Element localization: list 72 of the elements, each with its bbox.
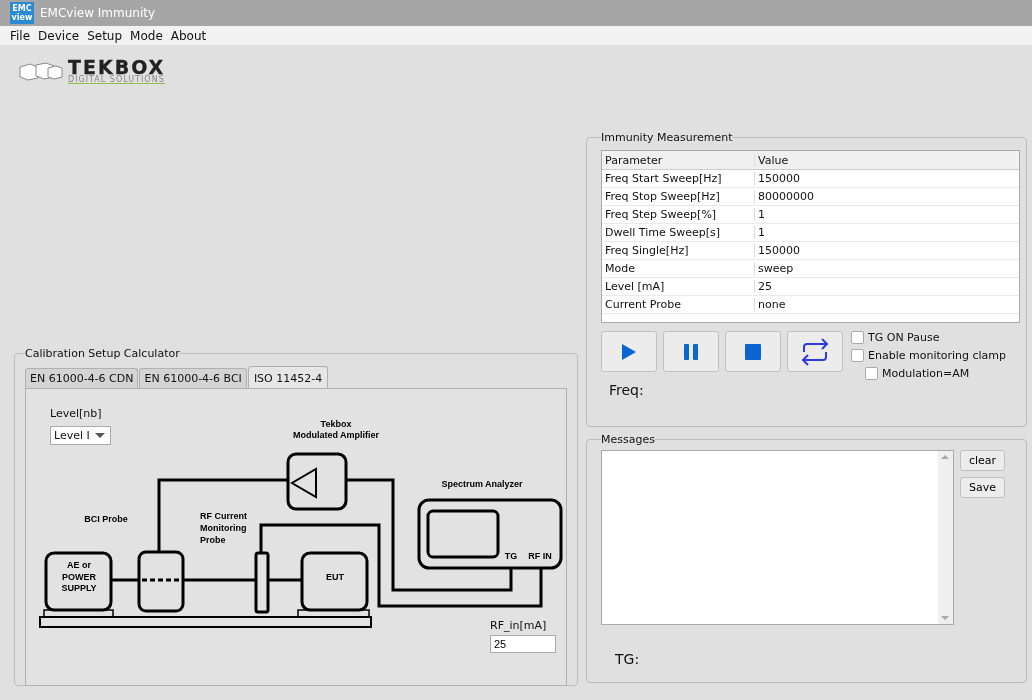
tg-label: TG: xyxy=(615,651,641,667)
table-cell: Freq Single[Hz] xyxy=(602,244,755,257)
scrollbar[interactable] xyxy=(938,451,953,624)
table-cell-text: 150000 xyxy=(757,172,800,185)
tab[interactable]: EN 61000-4-6 BCI xyxy=(139,368,247,388)
checkbox[interactable] xyxy=(851,349,864,362)
table-cell-text: 1 xyxy=(757,226,765,239)
checkbox-option[interactable]: Enable monitoring clamp xyxy=(851,349,1007,362)
pause-button[interactable] xyxy=(663,331,719,372)
table-cell-text: sweep xyxy=(757,262,794,275)
rf-in-label: RF_in[mA] xyxy=(490,619,548,632)
rf-in-field[interactable]: 25 xyxy=(490,635,556,653)
diagram-label: Tekbox xyxy=(320,419,352,429)
logo-tagline: DIGITAL SOLUTIONS xyxy=(68,76,166,83)
column-header[interactable]: Value xyxy=(755,153,789,167)
group-title: Messages xyxy=(601,433,655,446)
table-cell: Freq Start Sweep[Hz] xyxy=(602,172,755,185)
app-icon: EMC view xyxy=(10,2,34,24)
diagram-label: Spectrum Analyzer xyxy=(441,479,523,489)
table-cell-text: none xyxy=(757,298,786,311)
tab[interactable]: ISO 11452-4 xyxy=(247,366,329,389)
column-header[interactable]: Parameter xyxy=(602,153,755,167)
diagram-label: SUPPLY xyxy=(61,583,97,593)
table-cell-text: 1 xyxy=(757,208,765,221)
play-button[interactable] xyxy=(601,331,657,372)
pause-icon xyxy=(684,343,698,360)
caret-icon xyxy=(95,433,105,438)
checkbox-option[interactable]: Modulation=AM xyxy=(865,367,1007,380)
table-cell: Freq Stop Sweep[Hz] xyxy=(602,190,755,203)
table-cell: Current Probe xyxy=(602,298,755,311)
checkbox[interactable] xyxy=(851,331,864,344)
diagram-label: POWER xyxy=(62,572,96,582)
group-title: Calibration Setup Calculator xyxy=(25,347,180,360)
repeat-icon xyxy=(800,337,830,366)
frequency-label: Freq: xyxy=(609,382,645,398)
tab[interactable]: EN 61000-4-6 CDN xyxy=(25,368,139,388)
diagram-label: TG xyxy=(504,551,518,561)
table-cell: Mode xyxy=(602,262,755,275)
table-cell-text: 25 xyxy=(757,280,772,293)
repeat-button[interactable] xyxy=(787,331,843,372)
menu-item[interactable]: File xyxy=(10,28,31,43)
menu-item[interactable]: About xyxy=(170,28,207,43)
table-cell: Dwell Time Sweep[s] xyxy=(602,226,755,239)
level-dropdown[interactable]: Level I xyxy=(50,426,111,445)
diagram-label: Probe xyxy=(200,535,226,545)
table-cell: Freq Step Sweep[%] xyxy=(602,208,755,221)
level-label: Level[nb] xyxy=(50,407,102,420)
diagram-label: EUT xyxy=(326,572,344,582)
message-button[interactable]: clear xyxy=(960,450,1005,471)
table-cell: Level [mA] xyxy=(602,280,755,293)
menu-item[interactable]: Device xyxy=(38,28,80,43)
messages-text-area[interactable] xyxy=(601,450,954,625)
checkbox[interactable] xyxy=(865,367,878,380)
boxes-logo-icon xyxy=(18,61,64,81)
menu-item[interactable]: Setup xyxy=(87,28,123,43)
menu-item[interactable]: Mode xyxy=(130,28,163,43)
checkbox-option[interactable]: TG ON Pause xyxy=(851,331,1007,344)
diagram-label: AE or xyxy=(67,560,91,570)
play-icon xyxy=(621,342,637,361)
message-button[interactable]: Save xyxy=(960,477,1005,498)
stop-icon xyxy=(745,343,761,360)
table-cell-text: 80000000 xyxy=(757,190,814,203)
group-title: Immunity Measurement xyxy=(601,131,733,144)
table-cell-text: 150000 xyxy=(757,244,800,257)
window-title: EMCview Immunity xyxy=(40,6,156,20)
stop-button[interactable] xyxy=(725,331,781,372)
diagram-label: RF IN xyxy=(528,551,552,561)
diagram-label: Monitoring xyxy=(200,523,247,533)
diagram-label: RF Current xyxy=(200,511,247,521)
diagram-label: Modulated Amplifier xyxy=(292,430,380,440)
diagram-label: BCI Probe xyxy=(84,514,128,524)
logo-wordmark: TEKBOX xyxy=(68,58,166,76)
